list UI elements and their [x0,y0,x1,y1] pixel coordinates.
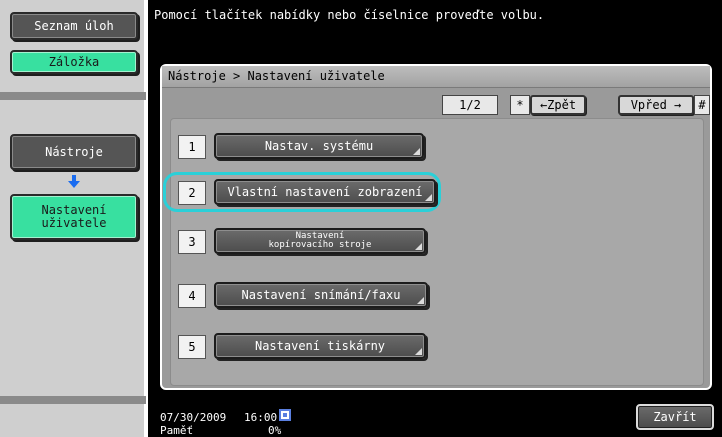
status-date: 07/30/2009 [160,411,227,424]
menu-label: Nastav. systému [264,139,374,153]
memory-value: 0% [268,424,282,437]
star-key[interactable]: * [510,95,530,115]
instruction-bar: Pomocí tlačítek nabídky nebo číselnice p… [148,0,722,50]
menu-number-5: 5 [178,335,206,359]
sidebar-divider [0,92,146,100]
printer-settings-button[interactable]: Nastavení tiskárny [214,333,426,359]
back-button[interactable]: ←Zpět [530,95,586,115]
instruction-text: Pomocí tlačítek nabídky nebo číselnice p… [154,8,545,22]
menu-number-3: 3 [178,230,206,254]
page-indicator: 1/2 [442,95,498,115]
hash-key[interactable]: # [694,95,710,115]
menu-label: Nastavení snímání/faxu [241,288,401,302]
network-icon [278,407,292,421]
scan-fax-settings-button[interactable]: Nastavení snímání/faxu [214,282,428,308]
menu-label: Nastavení kopírovacího stroje [268,231,372,250]
arrow-down-icon [66,174,82,190]
sidebar-divider-bottom [0,396,146,404]
breadcrumb: Nástroje > Nastavení uživatele [162,66,710,88]
custom-display-settings-button[interactable]: Vlastní nastavení zobrazení [214,179,436,205]
bookmark-button[interactable]: Záložka [10,50,138,74]
job-list-button[interactable]: Seznam úloh [10,12,138,40]
menu-number-1: 1 [178,135,206,159]
sidebar-item-tools[interactable]: Nástroje [10,134,138,170]
menu-label: Vlastní nastavení zobrazení [227,185,423,199]
menu-number-2: 2 [178,181,206,205]
forward-button[interactable]: Vpřed → [618,95,694,115]
close-button[interactable]: Zavřít [636,404,714,430]
memory-label: Paměť [160,424,194,437]
copier-settings-button[interactable]: Nastavení kopírovacího stroje [214,228,426,254]
system-settings-button[interactable]: Nastav. systému [214,133,424,159]
menu-label: Nastavení tiskárny [254,339,386,353]
menu-number-4: 4 [178,284,206,308]
status-time: 16:00 [244,411,278,424]
sidebar-item-user-settings[interactable]: Nastavení uživatele [10,194,138,240]
